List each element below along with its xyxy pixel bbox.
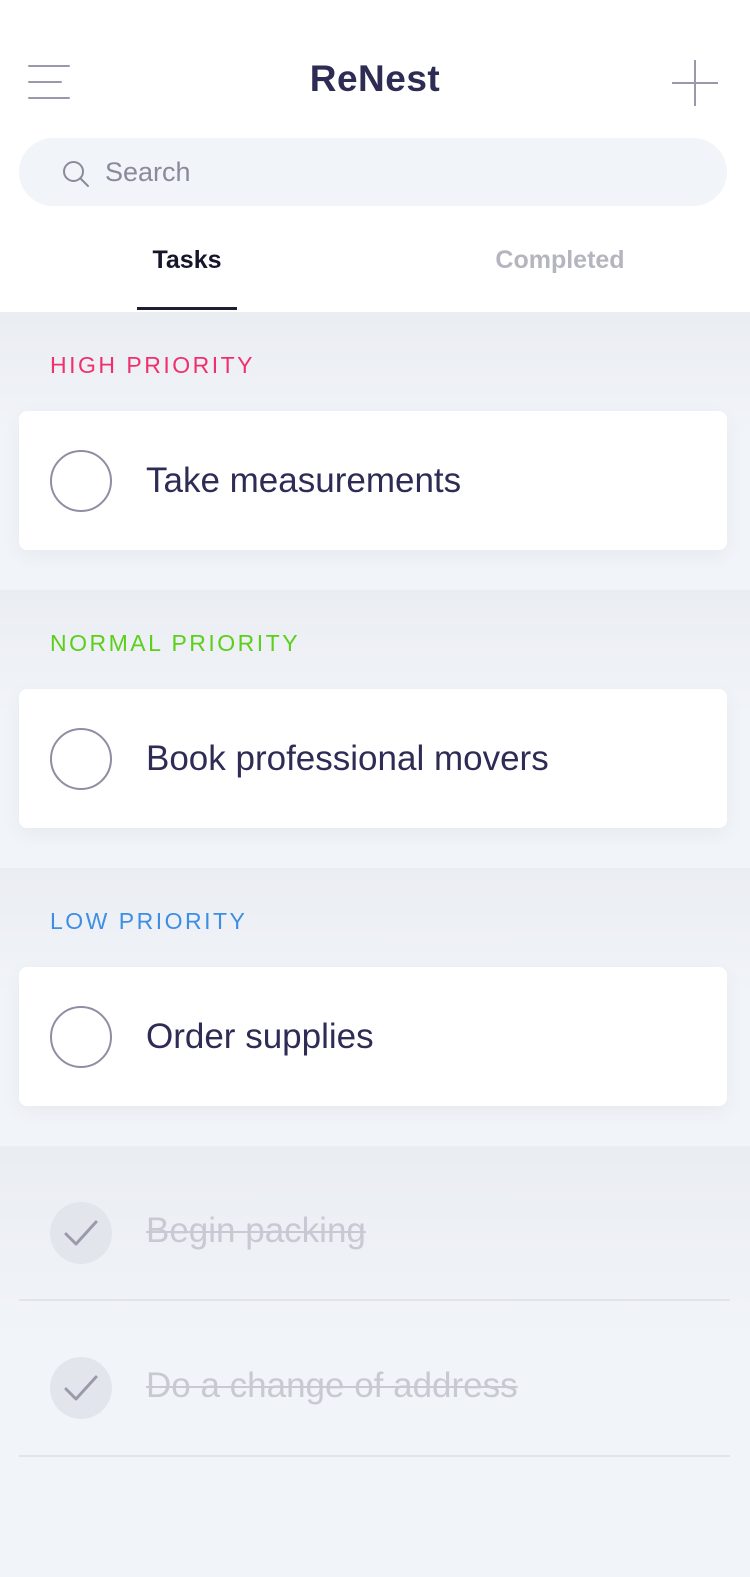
active-tab-indicator (137, 307, 237, 310)
task-checkbox[interactable] (50, 450, 112, 512)
task-card[interactable]: Order supplies (19, 967, 727, 1106)
header: ReNest Tasks Completed (0, 0, 750, 312)
section-label-high-priority: HIGH PRIORITY (50, 352, 256, 378)
completed-checkbox[interactable] (50, 1202, 112, 1264)
section-normal-priority: NORMAL PRIORITY Book professional movers (0, 590, 750, 868)
task-title: Order supplies (146, 1017, 374, 1056)
completed-task-item[interactable]: Begin packing (19, 1161, 730, 1301)
completed-task-title: Do a change of address (146, 1366, 518, 1405)
checkmark-icon (64, 1375, 98, 1401)
task-title: Take measurements (146, 461, 462, 500)
section-high-priority: HIGH PRIORITY Take measurements (0, 312, 750, 590)
plus-icon[interactable] (672, 60, 718, 106)
completed-task-item[interactable]: Do a change of address (19, 1317, 730, 1457)
checkmark-icon (64, 1220, 98, 1246)
task-checkbox[interactable] (50, 728, 112, 790)
section-label-normal-priority: NORMAL PRIORITY (50, 630, 301, 656)
completed-task-title: Begin packing (146, 1211, 366, 1250)
section-label-low-priority: LOW PRIORITY (50, 908, 248, 934)
tab-tasks[interactable]: Tasks (137, 246, 237, 275)
task-card[interactable]: Take measurements (19, 411, 727, 550)
completed-tasks-list: Begin packing Do a change of address (0, 1146, 750, 1577)
tab-completed[interactable]: Completed (460, 246, 660, 275)
app-screen: ReNest Tasks Completed HIGH PRIORITY Tak… (0, 0, 750, 1577)
task-checkbox[interactable] (50, 1006, 112, 1068)
completed-checkbox[interactable] (50, 1357, 112, 1419)
app-title: ReNest (309, 58, 441, 99)
task-title: Book professional movers (146, 739, 549, 778)
search-input[interactable] (105, 138, 705, 206)
section-low-priority: LOW PRIORITY Order supplies (0, 868, 750, 1146)
search-icon (63, 161, 89, 187)
task-card[interactable]: Book professional movers (19, 689, 727, 828)
search-bar[interactable] (19, 138, 727, 206)
